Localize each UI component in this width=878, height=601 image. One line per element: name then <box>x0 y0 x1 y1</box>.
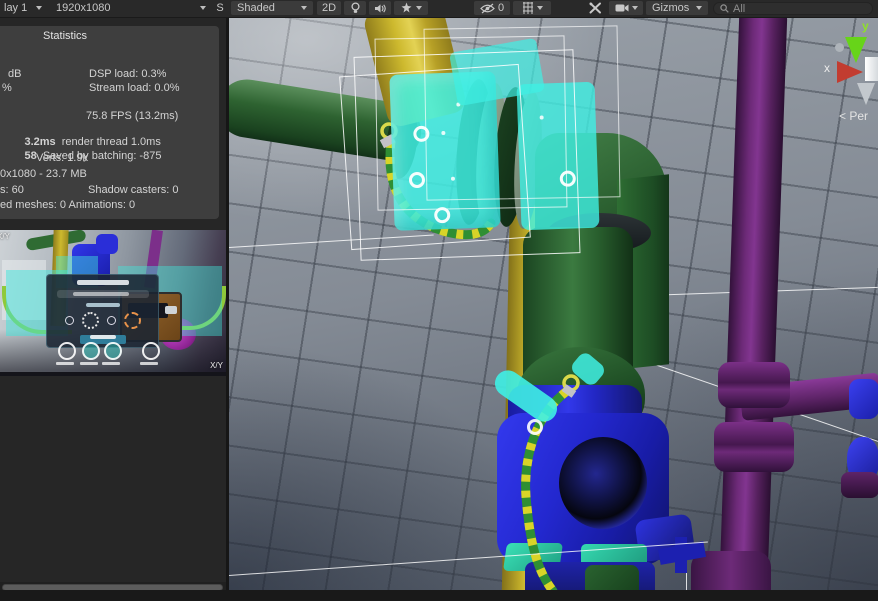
dialog-subtext <box>86 303 120 307</box>
component-tools-button[interactable] <box>584 1 606 15</box>
stats-stream-load: Stream load: 0.0% <box>89 82 180 94</box>
axis-x-cone[interactable] <box>837 61 863 83</box>
axis-y-cone[interactable] <box>845 37 867 63</box>
preview-corner-label: X/Y <box>0 232 10 241</box>
axis-center-cube[interactable] <box>865 57 878 81</box>
search-placeholder: All <box>733 3 745 15</box>
axis-x-label: x <box>824 61 830 75</box>
green-base-fitting[interactable] <box>585 565 639 590</box>
purple-flange-lower[interactable] <box>714 422 794 472</box>
chevron-down-icon <box>36 6 42 10</box>
chevron-down-icon <box>537 6 543 10</box>
preview-device-display <box>165 306 177 314</box>
bolt-ring <box>527 419 543 435</box>
wrench-screwdriver-icon <box>589 2 602 14</box>
unity-editor-window: lay 1 1920x1080 S Shaded 2D <box>0 0 878 601</box>
orientation-gizmo[interactable]: y x < Per <box>819 17 878 149</box>
statistics-overlay: Statistics dB % DSP load: 0.3% Stream lo… <box>0 26 219 219</box>
preview-dialog <box>46 274 159 348</box>
dialog-button-text <box>90 335 116 339</box>
preview-hud <box>50 342 180 372</box>
game-render-preview[interactable]: X/Y X/Y <box>0 230 227 376</box>
dialog-dot-icon <box>65 316 74 325</box>
hidden-objects-count: 0 <box>498 2 504 14</box>
dialog-dropdown-text <box>73 292 129 296</box>
blue-fitting-right-upper[interactable] <box>849 379 878 419</box>
stats-skinned-line: ed meshes: 0 Animations: 0 <box>0 199 135 211</box>
preview-corner-label: X/Y <box>210 361 223 370</box>
display-dropdown[interactable]: lay 1 <box>0 1 46 15</box>
eye-slash-icon <box>480 3 495 14</box>
dialog-icon-row <box>47 312 158 329</box>
valve-bore-hole[interactable] <box>559 437 647 529</box>
stats-dsp-load: DSP load: 0.3% <box>89 68 166 80</box>
toggle-2d-button[interactable]: 2D <box>317 1 341 15</box>
stats-setpass-line: s: 60 Shadow casters: 0 <box>0 184 219 196</box>
hud-icon <box>58 342 76 360</box>
stats-verts: Verts: 1.9k <box>36 152 88 164</box>
shading-mode-label: Shaded <box>237 2 275 14</box>
scene-search-input[interactable]: All <box>713 2 873 15</box>
camera-settings-dropdown[interactable] <box>609 1 643 15</box>
chevron-down-icon <box>416 6 422 10</box>
lighting-toggle-button[interactable] <box>344 1 366 15</box>
speaker-icon <box>374 3 387 14</box>
hud-icon <box>142 342 160 360</box>
chevron-down-icon <box>200 6 206 10</box>
lightbulb-icon <box>350 2 361 14</box>
resolution-dropdown-label: 1920x1080 <box>56 2 110 14</box>
grid-visibility-dropdown[interactable] <box>513 1 551 15</box>
effects-dropdown-button[interactable] <box>394 1 428 15</box>
camera-icon <box>615 3 629 13</box>
display-dropdown-label: lay 1 <box>4 2 27 14</box>
grid-icon <box>522 2 534 14</box>
axis-y-label: y <box>862 19 869 33</box>
stats-screen: 0x1080 - 23.7 MB <box>0 168 87 180</box>
dialog-refresh-icon <box>124 312 141 329</box>
game-view-panel[interactable]: Statistics dB % DSP load: 0.3% Stream lo… <box>0 17 226 590</box>
dialog-gear-icon <box>82 312 99 329</box>
toolbar: lay 1 1920x1080 S Shaded 2D <box>0 0 878 18</box>
hud-icon-label <box>102 362 120 365</box>
hud-icon-label <box>80 362 98 365</box>
hidden-objects-button[interactable]: 0 <box>474 1 510 15</box>
audio-toggle-button[interactable] <box>369 1 391 15</box>
axis-dot[interactable] <box>835 43 844 52</box>
stats-audio-level: dB <box>8 68 21 80</box>
scene-viewport[interactable]: y x < Per <box>229 17 878 590</box>
resolution-dropdown[interactable]: 1920x1080 <box>50 1 212 15</box>
dialog-dropdown <box>57 290 149 298</box>
hud-icon <box>82 342 100 360</box>
scale-label: S <box>215 1 225 15</box>
axis-z-cone[interactable] <box>857 83 875 105</box>
panel-divider[interactable] <box>226 17 229 590</box>
shading-mode-dropdown[interactable]: Shaded <box>231 1 313 15</box>
window-bottom-edge <box>0 590 878 601</box>
dialog-dot-icon <box>107 316 116 325</box>
search-icon <box>720 4 729 13</box>
dialog-title-text <box>77 280 129 285</box>
hud-icon <box>104 342 122 360</box>
preview-bottom-border <box>0 372 227 376</box>
gizmos-dropdown[interactable]: Gizmos <box>646 1 708 15</box>
hud-icon-label <box>140 362 158 365</box>
stats-fps: 75.8 FPS (13.2ms) <box>86 110 178 122</box>
chevron-down-icon <box>301 6 307 10</box>
chevron-down-icon <box>696 6 702 10</box>
wireframe-box <box>424 25 621 200</box>
stats-title: Statistics <box>43 30 87 42</box>
effects-sparkle-icon <box>400 2 413 14</box>
preview-blue-fitting <box>96 234 118 254</box>
hud-icon-label <box>56 362 74 365</box>
stats-audio-clipping: % <box>2 82 12 94</box>
projection-label[interactable]: < Per <box>839 109 868 123</box>
gizmos-label: Gizmos <box>652 2 689 14</box>
purple-flange-right-edge[interactable] <box>841 472 878 498</box>
purple-flange-upper[interactable] <box>718 362 790 408</box>
chevron-down-icon <box>632 6 638 10</box>
